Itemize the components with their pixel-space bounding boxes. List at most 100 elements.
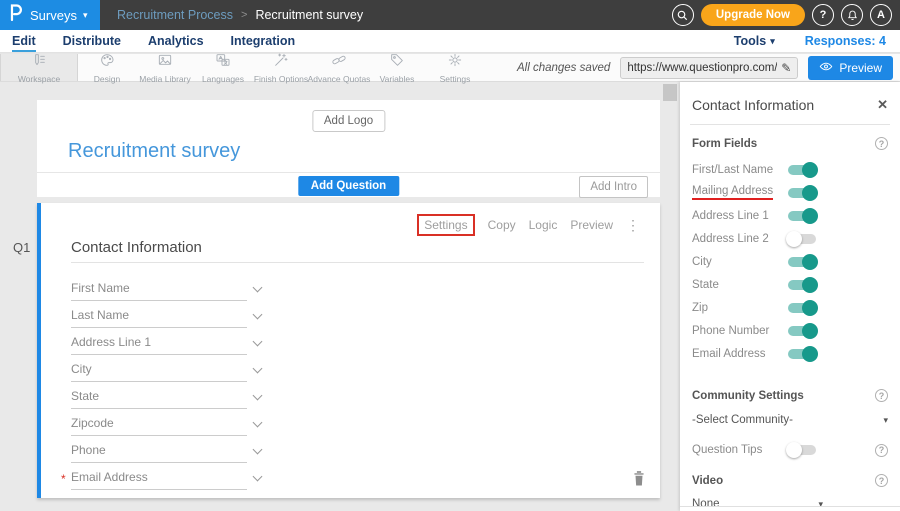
delete-question-icon[interactable] bbox=[632, 470, 646, 492]
tag-icon bbox=[389, 52, 405, 73]
survey-url-field[interactable]: https://www.questionpro.com/t/APNrFZ ✎ bbox=[620, 57, 798, 79]
field-row-zipcode[interactable]: Zipcode bbox=[71, 410, 247, 436]
toolbar-item-label: Finish Options bbox=[254, 74, 308, 84]
kebab-menu-icon[interactable]: ⋮ bbox=[626, 218, 640, 232]
search-icon[interactable] bbox=[672, 4, 694, 26]
toolbar-item-label: Settings bbox=[440, 74, 471, 84]
translate-icon bbox=[215, 52, 231, 73]
chevron-down-icon[interactable] bbox=[253, 445, 263, 455]
field-label: Phone bbox=[71, 443, 106, 457]
add-content-row: Add Question Add Intro bbox=[37, 172, 660, 197]
tab-analytics[interactable]: Analytics bbox=[148, 30, 204, 52]
toggle-knob bbox=[802, 346, 818, 362]
chevron-down-icon[interactable] bbox=[253, 391, 263, 401]
toolbar-item-workspace[interactable]: Workspace bbox=[0, 54, 78, 81]
chevron-down-icon[interactable] bbox=[253, 418, 263, 428]
tab-edit[interactable]: Edit bbox=[12, 30, 36, 52]
edit-url-icon[interactable]: ✎ bbox=[781, 61, 791, 75]
toolbar-item-advance-quotas[interactable]: Advance Quotas bbox=[310, 54, 368, 81]
add-intro-button[interactable]: Add Intro bbox=[579, 176, 648, 198]
toggle-label: First/Last Name bbox=[692, 164, 792, 176]
help-icon[interactable]: ? bbox=[875, 474, 888, 487]
field-row-phone[interactable]: Phone bbox=[71, 437, 247, 463]
toolbar-item-label: Workspace bbox=[18, 74, 60, 84]
toggle-row-zip: Zip bbox=[680, 296, 900, 319]
toggle-switch[interactable] bbox=[788, 349, 816, 359]
help-icon[interactable]: ? bbox=[875, 137, 888, 150]
toggle-switch[interactable] bbox=[788, 211, 816, 221]
question-title[interactable]: Contact Information bbox=[71, 239, 202, 256]
help-button[interactable]: ? bbox=[812, 4, 834, 26]
toggle-switch[interactable] bbox=[788, 234, 816, 244]
add-logo-button[interactable]: Add Logo bbox=[312, 110, 385, 132]
video-select[interactable]: None ▾ bbox=[680, 498, 823, 510]
breadcrumb-parent[interactable]: Recruitment Process bbox=[117, 8, 233, 22]
field-row-state[interactable]: State bbox=[71, 383, 247, 409]
palette-icon bbox=[99, 52, 115, 73]
video-select-value: None bbox=[692, 498, 720, 510]
toggle-switch[interactable] bbox=[788, 303, 816, 313]
close-icon[interactable]: ✕ bbox=[877, 97, 888, 113]
scrollbar-thumb[interactable] bbox=[663, 84, 677, 101]
toolbar-item-media-library[interactable]: Media Library bbox=[136, 54, 194, 81]
toggle-row-phone-number: Phone Number bbox=[680, 319, 900, 342]
save-status: All changes saved bbox=[517, 62, 610, 74]
chevron-down-icon[interactable] bbox=[253, 310, 263, 320]
toggle-knob bbox=[802, 323, 818, 339]
add-question-button[interactable]: Add Question bbox=[298, 176, 399, 196]
toggle-switch[interactable] bbox=[788, 280, 816, 290]
toggle-knob bbox=[802, 185, 818, 201]
toggle-row-city: City bbox=[680, 250, 900, 273]
form-field-toggles: First/Last Name Mailing Address Address … bbox=[680, 158, 900, 365]
tab-distribute[interactable]: Distribute bbox=[63, 30, 121, 52]
toggle-switch[interactable] bbox=[788, 326, 816, 336]
question-action-copy[interactable]: Copy bbox=[488, 218, 516, 232]
toggle-switch[interactable] bbox=[788, 257, 816, 267]
upgrade-now-button[interactable]: Upgrade Now bbox=[701, 4, 805, 26]
toolbar-item-label: Advance Quotas bbox=[308, 74, 371, 84]
responses-count[interactable]: Responses: 4 bbox=[805, 34, 886, 48]
panel-bottom-divider bbox=[680, 506, 900, 507]
video-heading-row: Video ? bbox=[680, 474, 900, 487]
tools-menu[interactable]: Tools ▾ bbox=[734, 34, 775, 48]
field-row-first-name[interactable]: First Name bbox=[71, 275, 247, 301]
chevron-down-icon[interactable] bbox=[253, 337, 263, 347]
toolbar-item-settings[interactable]: Settings bbox=[426, 54, 484, 81]
toggle-switch[interactable] bbox=[788, 188, 816, 198]
product-menu[interactable]: Surveys ▾ bbox=[0, 0, 100, 30]
chevron-down-icon[interactable] bbox=[253, 364, 263, 374]
question-tips-switch[interactable] bbox=[788, 445, 816, 455]
chevron-down-icon[interactable] bbox=[253, 472, 263, 482]
question-card: Settings Copy Logic Preview ⋮ Contact In… bbox=[37, 203, 660, 498]
question-action-logic[interactable]: Logic bbox=[529, 218, 558, 232]
chevron-down-icon: ▾ bbox=[770, 37, 775, 46]
question-tips-label: Question Tips bbox=[692, 444, 792, 456]
question-action-settings[interactable]: Settings bbox=[417, 214, 474, 236]
field-row-address-line-1[interactable]: Address Line 1 bbox=[71, 329, 247, 355]
toggle-label: State bbox=[692, 279, 792, 291]
help-icon[interactable]: ? bbox=[875, 389, 888, 402]
preview-button[interactable]: Preview bbox=[808, 56, 893, 80]
notifications-bell-icon[interactable] bbox=[841, 4, 863, 26]
field-row-last-name[interactable]: Last Name bbox=[71, 302, 247, 328]
toggle-knob bbox=[802, 208, 818, 224]
toggle-switch[interactable] bbox=[788, 165, 816, 175]
question-action-preview[interactable]: Preview bbox=[570, 218, 613, 232]
survey-title[interactable]: Recruitment survey bbox=[68, 140, 240, 163]
field-row-city[interactable]: City bbox=[71, 356, 247, 382]
toggle-row-address-line-2: Address Line 2 bbox=[680, 227, 900, 250]
avatar[interactable]: A bbox=[870, 4, 892, 26]
help-icon[interactable]: ? bbox=[875, 444, 888, 457]
chevron-down-icon[interactable] bbox=[253, 283, 263, 293]
field-row-email-address[interactable]: * Email Address bbox=[71, 464, 247, 490]
community-select[interactable]: -Select Community- ▾ bbox=[680, 414, 900, 426]
toolbar-item-languages[interactable]: Languages bbox=[194, 54, 252, 81]
tab-integration[interactable]: Integration bbox=[231, 30, 296, 52]
toolbar-item-design[interactable]: Design bbox=[78, 54, 136, 81]
panel-divider bbox=[690, 124, 890, 125]
toggle-knob bbox=[802, 162, 818, 178]
community-select-value: -Select Community- bbox=[692, 414, 793, 426]
toolbar-item-variables[interactable]: Variables bbox=[368, 54, 426, 81]
toolbar-item-finish-options[interactable]: Finish Options bbox=[252, 54, 310, 81]
top-bar-actions: Upgrade Now ? A bbox=[672, 4, 900, 26]
